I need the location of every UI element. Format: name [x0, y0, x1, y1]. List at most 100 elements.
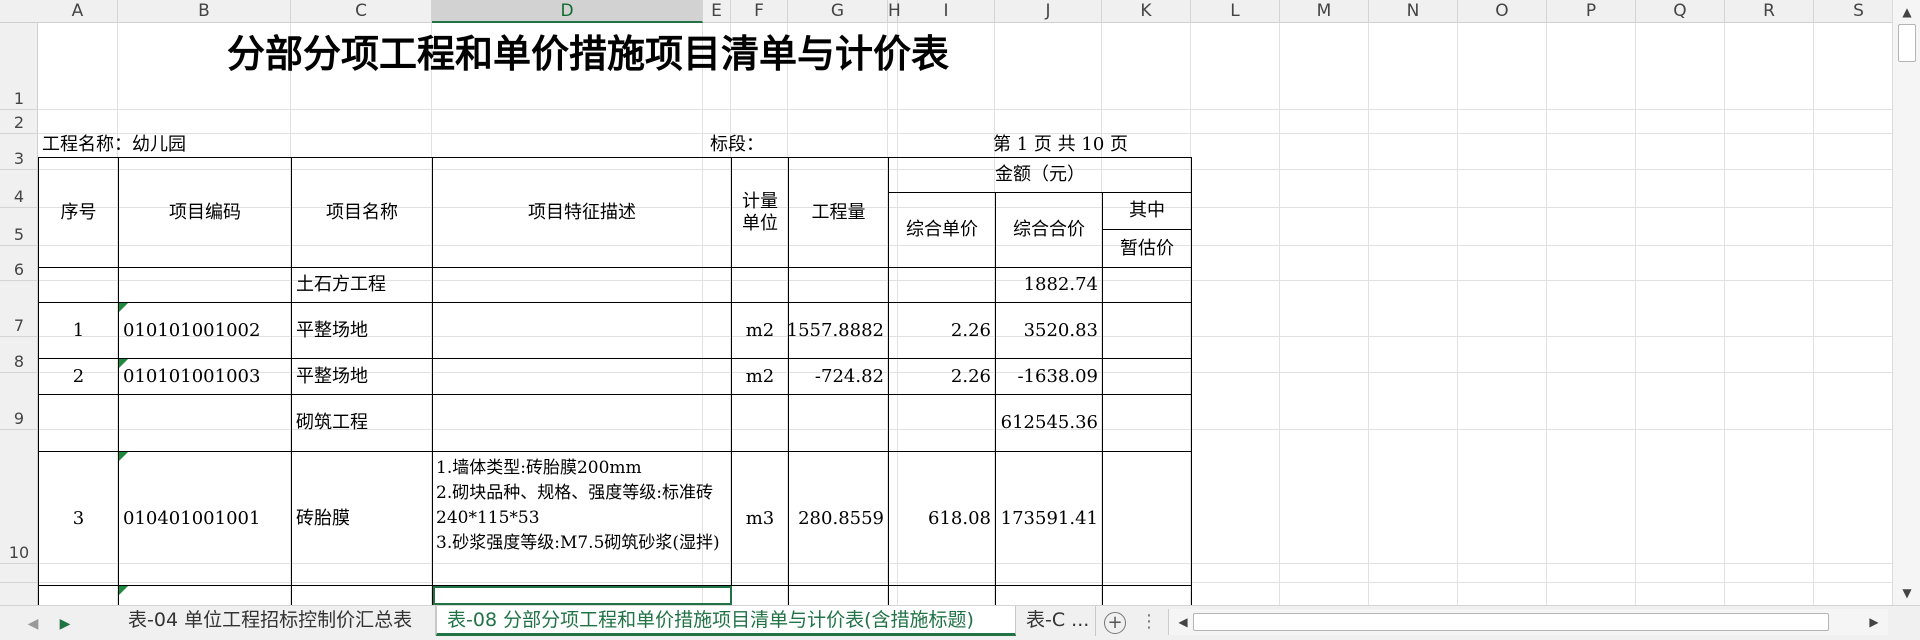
column-header-k[interactable]: K [1102, 0, 1191, 23]
r10-seq[interactable]: 3 [38, 452, 119, 586]
r8-qty[interactable]: -724.82 [789, 359, 889, 395]
page-info-cell[interactable]: 第 1 页 共 10 页 [978, 133, 1128, 157]
r10-total[interactable]: 173591.41 [996, 452, 1103, 586]
row-header-8[interactable]: 8 [0, 337, 38, 373]
column-header-s[interactable]: S [1814, 0, 1904, 23]
r9-name[interactable]: 砌筑工程 [292, 395, 433, 452]
r10-desc[interactable]: 1.墙体类型:砖胎膜200mm 2.砌块品种、规格、强度等级:标准砖240*11… [433, 452, 732, 586]
header-provisional[interactable]: 暂估价 [1103, 230, 1192, 268]
r11-name[interactable] [292, 586, 433, 605]
row-header-7[interactable]: 7 [0, 281, 38, 337]
r7-provisional[interactable] [1103, 303, 1192, 359]
r6-desc[interactable] [433, 268, 732, 303]
column-header-r[interactable]: R [1725, 0, 1814, 23]
column-header-b[interactable]: B [118, 0, 291, 23]
r9-price[interactable] [889, 395, 996, 452]
r8-unit[interactable]: m2 [732, 359, 789, 395]
r11-provisional[interactable] [1103, 586, 1192, 605]
r7-code[interactable]: 010101001002 [119, 303, 292, 359]
r11-total[interactable] [996, 586, 1103, 605]
header-qty[interactable]: 工程量 [789, 157, 889, 268]
r9-code[interactable] [119, 395, 292, 452]
r9-seq[interactable] [38, 395, 119, 452]
column-header-f[interactable]: F [731, 0, 788, 23]
r8-total[interactable]: -1638.09 [996, 359, 1103, 395]
plus-circle-icon[interactable]: + [1104, 612, 1126, 634]
scroll-left-icon[interactable]: ◀ [1173, 612, 1193, 632]
header-seq[interactable]: 序号 [38, 157, 119, 268]
r10-code[interactable]: 010401001001 [119, 452, 292, 586]
r9-desc[interactable] [433, 395, 732, 452]
r11-desc-selected[interactable] [433, 586, 732, 605]
tab-c[interactable]: 表-C ... [1016, 606, 1096, 636]
triangle-left-icon[interactable]: ◀ [22, 613, 44, 635]
tab-bill-of-quantities[interactable]: 表-08 分部分项工程和单价措施项目清单与计价表(含措施标题) [436, 606, 1016, 636]
r6-unit[interactable] [732, 268, 789, 303]
column-header-d[interactable]: D [432, 0, 703, 23]
row-header-2[interactable]: 2 [0, 110, 38, 134]
r10-name[interactable]: 砖胎膜 [292, 452, 433, 586]
column-header-l[interactable]: L [1191, 0, 1280, 23]
triangle-right-icon[interactable]: ▶ [54, 613, 76, 635]
sheet-title[interactable]: 分部分项工程和单价措施项目清单与计价表 [188, 31, 988, 77]
vertical-scroll-thumb[interactable] [1898, 24, 1916, 62]
header-desc[interactable]: 项目特征描述 [433, 157, 732, 268]
r6-code[interactable] [119, 268, 292, 303]
column-header-a[interactable]: A [38, 0, 118, 23]
row-header-9[interactable]: 9 [0, 373, 38, 430]
r10-unit[interactable]: m3 [732, 452, 789, 586]
header-code[interactable]: 项目编码 [119, 157, 292, 268]
column-header-m[interactable]: M [1280, 0, 1369, 23]
r9-unit[interactable] [732, 395, 789, 452]
row-header-11[interactable] [0, 564, 38, 583]
column-header-g[interactable]: G [788, 0, 888, 23]
r10-price[interactable]: 618.08 [889, 452, 996, 586]
scroll-right-icon[interactable]: ▶ [1864, 612, 1884, 632]
r10-provisional[interactable] [1103, 452, 1192, 586]
vertical-scrollbar[interactable]: ▲ ▼ [1892, 0, 1920, 605]
r6-price[interactable] [889, 268, 996, 303]
header-name[interactable]: 项目名称 [292, 157, 433, 268]
column-header-e[interactable]: E [703, 0, 731, 23]
row-header-6[interactable]: 6 [0, 246, 38, 281]
scroll-up-icon[interactable]: ▲ [1896, 2, 1918, 22]
r11-price[interactable] [889, 586, 996, 605]
r6-name[interactable]: 土石方工程 [292, 268, 433, 303]
column-header-o[interactable]: O [1458, 0, 1547, 23]
header-unit-price[interactable]: 综合单价 [889, 193, 996, 268]
r11-unit[interactable] [732, 586, 789, 605]
row-header-10[interactable]: 10 [0, 430, 38, 564]
r7-seq[interactable]: 1 [38, 303, 119, 359]
column-header-h[interactable]: H [888, 0, 901, 23]
r6-provisional[interactable] [1103, 268, 1192, 303]
r7-desc[interactable] [433, 303, 732, 359]
r6-qty[interactable] [789, 268, 889, 303]
column-header-c[interactable]: C [291, 0, 432, 23]
r6-seq[interactable] [38, 268, 119, 303]
header-of-which[interactable]: 其中 [1103, 193, 1192, 230]
r10-qty[interactable]: 280.8559 [789, 452, 889, 586]
r7-name[interactable]: 平整场地 [292, 303, 433, 359]
scroll-down-icon[interactable]: ▼ [1896, 583, 1918, 603]
r9-provisional[interactable] [1103, 395, 1192, 452]
r8-name[interactable]: 平整场地 [292, 359, 433, 395]
r11-qty[interactable] [789, 586, 889, 605]
r11-code[interactable] [119, 586, 292, 605]
r9-total[interactable]: 612545.36 [996, 395, 1103, 452]
worksheet-grid[interactable]: 分部分项工程和单价措施项目清单与计价表 工程名称：幼儿园 标段： 第 1 页 共… [38, 23, 1892, 605]
header-total[interactable]: 综合合价 [996, 193, 1103, 268]
r8-price[interactable]: 2.26 [889, 359, 996, 395]
r8-provisional[interactable] [1103, 359, 1192, 395]
row-header-1[interactable]: 1 [0, 23, 38, 110]
column-header-j[interactable]: J [995, 0, 1102, 23]
column-header-i[interactable]: I [898, 0, 995, 23]
r8-desc[interactable] [433, 359, 732, 395]
row-header-5[interactable]: 5 [0, 208, 38, 246]
r11-seq[interactable] [38, 586, 119, 605]
vertical-ellipsis-icon[interactable]: ⋮ [1140, 611, 1158, 632]
r8-seq[interactable]: 2 [38, 359, 119, 395]
r8-code[interactable]: 010101001003 [119, 359, 292, 395]
section-label-cell[interactable]: 标段： [706, 133, 826, 157]
horizontal-scroll-thumb[interactable] [1193, 613, 1829, 631]
column-header-n[interactable]: N [1369, 0, 1458, 23]
